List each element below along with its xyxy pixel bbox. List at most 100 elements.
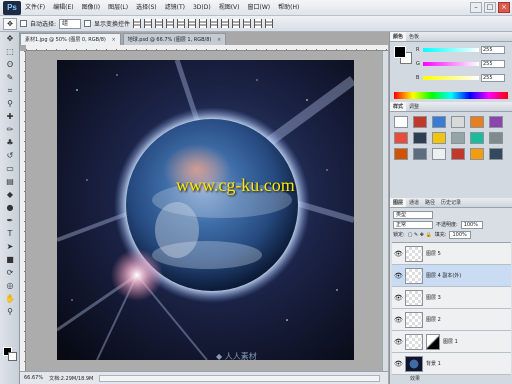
show-transform-checkbox[interactable] bbox=[84, 20, 92, 27]
layer-row[interactable]: 👁 图层 1 bbox=[392, 331, 511, 353]
horizontal-scrollbar[interactable] bbox=[99, 374, 380, 382]
style-swatch[interactable] bbox=[413, 132, 427, 144]
menu-layer[interactable]: 图层(L) bbox=[104, 0, 132, 16]
fill-field[interactable]: 100% bbox=[449, 230, 472, 239]
quick-select-tool-icon[interactable]: ✎ bbox=[2, 72, 18, 84]
menu-3d[interactable]: 3D(D) bbox=[189, 0, 215, 16]
3d-rotate-tool-icon[interactable]: ⟳ bbox=[2, 267, 18, 279]
lock-icons[interactable]: ▢ ✎ ✥ 🔒 bbox=[408, 232, 432, 238]
eye-icon[interactable]: 👁 bbox=[394, 316, 403, 324]
tab-history[interactable]: 历史记录 bbox=[438, 198, 464, 207]
background-color-swatch[interactable] bbox=[8, 352, 17, 361]
eye-icon[interactable]: 👁 bbox=[394, 294, 403, 302]
eyedropper-tool-icon[interactable]: ⚲ bbox=[2, 98, 18, 110]
distribute-bottom-icon[interactable] bbox=[221, 19, 230, 28]
eye-icon[interactable]: 👁 bbox=[394, 338, 403, 346]
opacity-field[interactable]: 100% bbox=[460, 220, 483, 229]
minimize-button[interactable]: – bbox=[470, 2, 482, 13]
style-swatch[interactable] bbox=[394, 148, 408, 160]
align-vcenter-icon[interactable] bbox=[144, 19, 153, 28]
green-slider[interactable] bbox=[423, 62, 479, 66]
style-swatch[interactable] bbox=[470, 116, 484, 128]
tab-swatches[interactable]: 色板 bbox=[406, 32, 422, 41]
menu-select[interactable]: 选择(S) bbox=[132, 0, 161, 16]
style-swatch[interactable] bbox=[432, 116, 446, 128]
layer-row[interactable]: 👁 图层 5 bbox=[392, 243, 511, 265]
menu-help[interactable]: 帮助(H) bbox=[274, 0, 303, 16]
tab-document-2[interactable]: 地球.psd @ 66.7% (图层 1, RGB/8) × bbox=[122, 33, 227, 45]
eye-icon[interactable]: 👁 bbox=[394, 360, 403, 368]
clone-stamp-tool-icon[interactable]: ♣ bbox=[2, 137, 18, 149]
red-value-field[interactable]: 255 bbox=[481, 46, 505, 54]
tab-close-icon[interactable]: × bbox=[111, 37, 115, 43]
blur-tool-icon[interactable]: ◆ bbox=[2, 189, 18, 201]
style-swatch[interactable] bbox=[394, 132, 408, 144]
layer-kind-filter[interactable]: 类型 bbox=[393, 210, 433, 219]
auto-align-icon[interactable] bbox=[265, 19, 274, 28]
canvas-area[interactable]: www.cg-ku.com ◆ 人人素材 bbox=[26, 51, 382, 371]
layer-row[interactable]: 👁 图层 2 bbox=[392, 309, 511, 331]
tab-close-icon[interactable]: × bbox=[217, 37, 221, 43]
maximize-button[interactable]: □ bbox=[484, 2, 496, 13]
zoom-level[interactable]: 66.67% bbox=[24, 375, 43, 381]
history-brush-tool-icon[interactable]: ↺ bbox=[2, 150, 18, 162]
align-hcenter-icon[interactable] bbox=[177, 19, 186, 28]
distribute-right-icon[interactable] bbox=[254, 19, 263, 28]
brush-tool-icon[interactable]: ✏ bbox=[2, 124, 18, 136]
green-value-field[interactable]: 255 bbox=[481, 60, 505, 68]
distribute-left-icon[interactable] bbox=[232, 19, 241, 28]
panel-foreground-swatch[interactable] bbox=[394, 46, 406, 58]
path-select-tool-icon[interactable]: ➤ bbox=[2, 241, 18, 253]
style-swatch[interactable] bbox=[489, 132, 503, 144]
blue-slider[interactable] bbox=[423, 76, 479, 80]
style-swatch[interactable] bbox=[451, 132, 465, 144]
eraser-tool-icon[interactable]: ▭ bbox=[2, 163, 18, 175]
layer-mask-thumbnail[interactable] bbox=[426, 333, 440, 350]
tab-paths[interactable]: 路径 bbox=[422, 198, 438, 207]
tab-document-1[interactable]: 素材1.jpg @ 50% (图层 0, RGB/8) × bbox=[20, 33, 121, 45]
tab-layers[interactable]: 图层 bbox=[390, 198, 407, 207]
blue-value-field[interactable]: 255 bbox=[481, 74, 505, 82]
close-button[interactable]: × bbox=[498, 2, 510, 13]
style-swatch[interactable] bbox=[470, 148, 484, 160]
shape-tool-icon[interactable]: ■ bbox=[2, 254, 18, 266]
auto-select-dropdown[interactable]: 组 bbox=[59, 18, 82, 29]
type-tool-icon[interactable]: T bbox=[2, 228, 18, 240]
eye-icon[interactable]: 👁 bbox=[394, 272, 403, 280]
style-swatch[interactable] bbox=[451, 148, 465, 160]
distribute-top-icon[interactable] bbox=[199, 19, 208, 28]
color-spectrum-ramp[interactable] bbox=[394, 92, 508, 99]
vertical-scrollbar[interactable] bbox=[382, 51, 388, 371]
menu-file[interactable]: 文件(F) bbox=[21, 0, 49, 16]
tab-styles[interactable]: 样式 bbox=[390, 102, 407, 111]
menu-window[interactable]: 窗口(W) bbox=[244, 0, 275, 16]
style-swatch[interactable] bbox=[451, 116, 465, 128]
move-tool-preset-icon[interactable]: ✥ bbox=[3, 17, 17, 30]
align-left-icon[interactable] bbox=[166, 19, 175, 28]
auto-select-checkbox[interactable] bbox=[20, 20, 27, 27]
distribute-hcenter-icon[interactable] bbox=[243, 19, 252, 28]
menu-filter[interactable]: 滤镜(T) bbox=[161, 0, 189, 16]
align-bottom-icon[interactable] bbox=[155, 19, 164, 28]
menu-edit[interactable]: 编辑(E) bbox=[49, 0, 77, 16]
style-swatch[interactable] bbox=[432, 132, 446, 144]
crop-tool-icon[interactable]: ⌗ bbox=[2, 85, 18, 97]
marquee-tool-icon[interactable]: ⬚ bbox=[2, 46, 18, 58]
layer-row[interactable]: 👁 图层 3 bbox=[392, 287, 511, 309]
distribute-vcenter-icon[interactable] bbox=[210, 19, 219, 28]
tab-adjustments[interactable]: 调整 bbox=[406, 102, 422, 111]
3d-camera-tool-icon[interactable]: ◎ bbox=[2, 280, 18, 292]
effects-label[interactable]: 效果 bbox=[392, 375, 511, 383]
pen-tool-icon[interactable]: ✒ bbox=[2, 215, 18, 227]
lasso-tool-icon[interactable]: ʘ bbox=[2, 59, 18, 71]
tab-color[interactable]: 颜色 bbox=[390, 32, 407, 41]
healing-tool-icon[interactable]: ✚ bbox=[2, 111, 18, 123]
gradient-tool-icon[interactable]: ▤ bbox=[2, 176, 18, 188]
zoom-tool-icon[interactable]: ⚲ bbox=[2, 306, 18, 318]
blend-mode-dropdown[interactable]: 正常 bbox=[393, 220, 433, 229]
style-swatch[interactable] bbox=[413, 148, 427, 160]
move-tool-icon[interactable]: ✥ bbox=[2, 33, 18, 45]
color-swatches[interactable] bbox=[3, 347, 17, 361]
red-slider[interactable] bbox=[423, 48, 479, 52]
style-swatch[interactable] bbox=[470, 132, 484, 144]
